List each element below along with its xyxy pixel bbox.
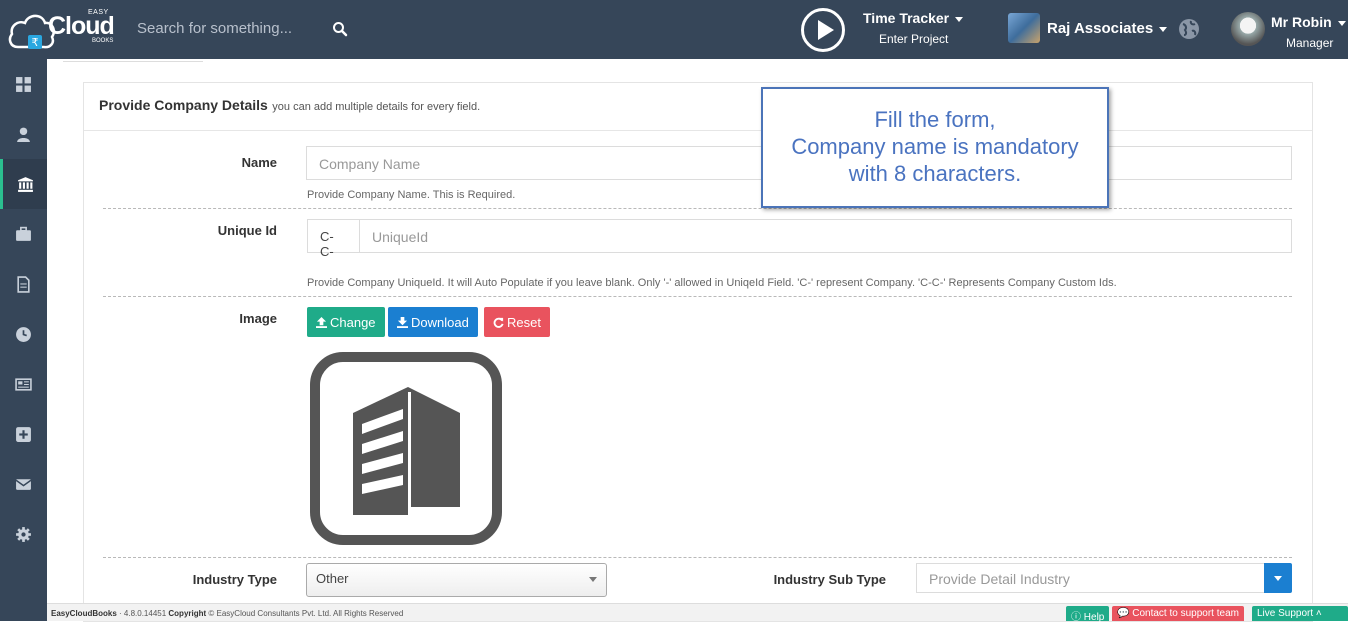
unique-id-prefix: C-C-: [307, 219, 360, 259]
unique-id-help-text: Provide Company UniqueId. It will Auto P…: [307, 277, 1117, 289]
organization-logo[interactable]: [1008, 13, 1040, 43]
industry-type-select[interactable]: Other: [306, 563, 607, 597]
footer-copyright-text: © EasyCloud Consultants Pvt. Ltd. All Ri…: [206, 609, 404, 618]
main-content: Provide Company Details you can add mult…: [47, 59, 1348, 622]
time-tracker-subtitle[interactable]: Enter Project: [879, 32, 948, 46]
image-label: Image: [239, 311, 277, 326]
divider: [103, 208, 1292, 209]
download-icon: [397, 316, 408, 328]
change-image-button[interactable]: Change: [307, 307, 385, 337]
upload-icon: [316, 316, 327, 328]
footer-version: · 4.8.0.14451: [116, 609, 169, 618]
unique-id-label: Unique Id: [217, 223, 277, 238]
industry-type-label: Industry Type: [192, 572, 277, 587]
newspaper-icon: [15, 377, 32, 391]
user-icon: [17, 127, 30, 142]
clock-icon: [16, 326, 31, 342]
search-input[interactable]: Search for something...: [137, 20, 292, 37]
refresh-icon: [493, 317, 504, 328]
footer-copyright-label: Copyright: [168, 609, 207, 618]
sidebar-item-documents[interactable]: [0, 259, 47, 309]
brand-cloud: Cloud: [48, 12, 115, 40]
name-label: Name: [241, 155, 277, 170]
sidebar-item-projects[interactable]: [0, 209, 47, 259]
chevron-down-icon: [589, 577, 597, 582]
building-icon: [310, 352, 502, 545]
reset-image-button[interactable]: Reset: [484, 307, 550, 337]
globe-icon[interactable]: [1178, 18, 1200, 40]
panel-header: Provide Company Details you can add mult…: [84, 83, 1312, 131]
sidebar-item-company[interactable]: [0, 159, 47, 209]
panel-subtitle: you can add multiple details for every f…: [272, 101, 481, 113]
svg-text:₹: ₹: [32, 36, 39, 49]
dashboard-icon: [16, 76, 31, 92]
avatar[interactable]: [1231, 12, 1265, 46]
sidebar-item-add[interactable]: [0, 409, 47, 459]
contact-support-button[interactable]: 💬 Contact to support team: [1112, 606, 1244, 621]
envelope-icon: [15, 478, 32, 490]
chevron-down-icon: [955, 16, 964, 22]
footer-app-name: EasyCloudBooks: [51, 609, 117, 618]
sidebar-item-users[interactable]: [0, 109, 47, 159]
download-image-button[interactable]: Download: [388, 307, 478, 337]
sidebar-item-reports[interactable]: [0, 359, 47, 409]
document-icon: [17, 275, 30, 293]
callout-line-2: Company name is mandatory: [791, 134, 1079, 159]
divider: [103, 557, 1292, 558]
industry-sub-type-label: Industry Sub Type: [773, 572, 886, 587]
gear-icon: [16, 526, 31, 542]
bank-icon: [17, 176, 33, 192]
time-tracker-title[interactable]: Time Tracker: [863, 10, 964, 26]
plus-square-icon: [16, 426, 31, 442]
industry-sub-type-input[interactable]: Provide Detail Industry: [916, 563, 1265, 593]
instruction-callout: Fill the form, Company name is mandatory…: [761, 87, 1109, 208]
panel-title: Provide Company Details: [99, 97, 268, 113]
app-logo[interactable]: ₹ EASY Cloud BOOKS: [8, 5, 128, 53]
sidebar-item-settings[interactable]: [0, 509, 47, 559]
name-help-text: Provide Company Name. This is Required.: [307, 189, 516, 201]
unique-id-input[interactable]: UniqueId: [359, 219, 1292, 253]
divider: [103, 296, 1292, 297]
top-navbar: ₹ EASY Cloud BOOKS Search for something.…: [0, 0, 1348, 59]
sidebar: [0, 59, 47, 621]
tab-underline: [63, 59, 203, 62]
sidebar-item-dashboard[interactable]: [0, 59, 47, 109]
chevron-down-icon: [1337, 20, 1346, 26]
organization-switcher[interactable]: Raj Associates: [1047, 20, 1168, 37]
user-role: Manager: [1286, 36, 1334, 50]
search-icon[interactable]: [332, 21, 348, 37]
callout-line-3: with 8 characters.: [848, 161, 1022, 186]
user-menu[interactable]: Mr Robin: [1271, 14, 1346, 30]
live-support-button[interactable]: Live Support ˄: [1252, 606, 1348, 621]
sidebar-item-time[interactable]: [0, 309, 47, 359]
help-button[interactable]: ⓘ Help: [1066, 606, 1110, 623]
chevron-down-icon: [1159, 26, 1168, 32]
industry-sub-type-dropdown-button[interactable]: [1264, 563, 1292, 593]
briefcase-icon: [16, 226, 31, 241]
brand-books: BOOKS: [92, 38, 114, 44]
sidebar-item-messages[interactable]: [0, 459, 47, 509]
callout-line-1: Fill the form,: [874, 107, 996, 132]
play-icon[interactable]: [801, 8, 845, 52]
